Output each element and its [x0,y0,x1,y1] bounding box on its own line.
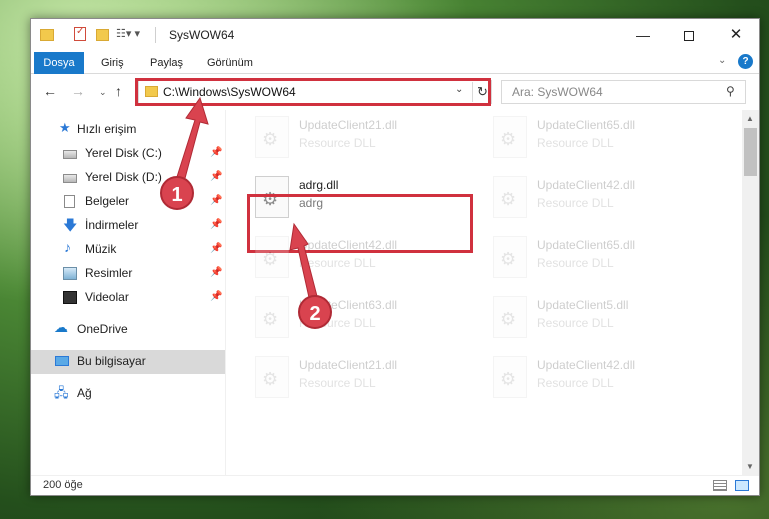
step-1-callout: 1 [160,176,194,210]
step-2-callout: 2 [298,295,332,329]
arrow-2 [289,222,319,303]
callout-arrows [175,96,319,303]
arrow-1 [175,96,209,183]
